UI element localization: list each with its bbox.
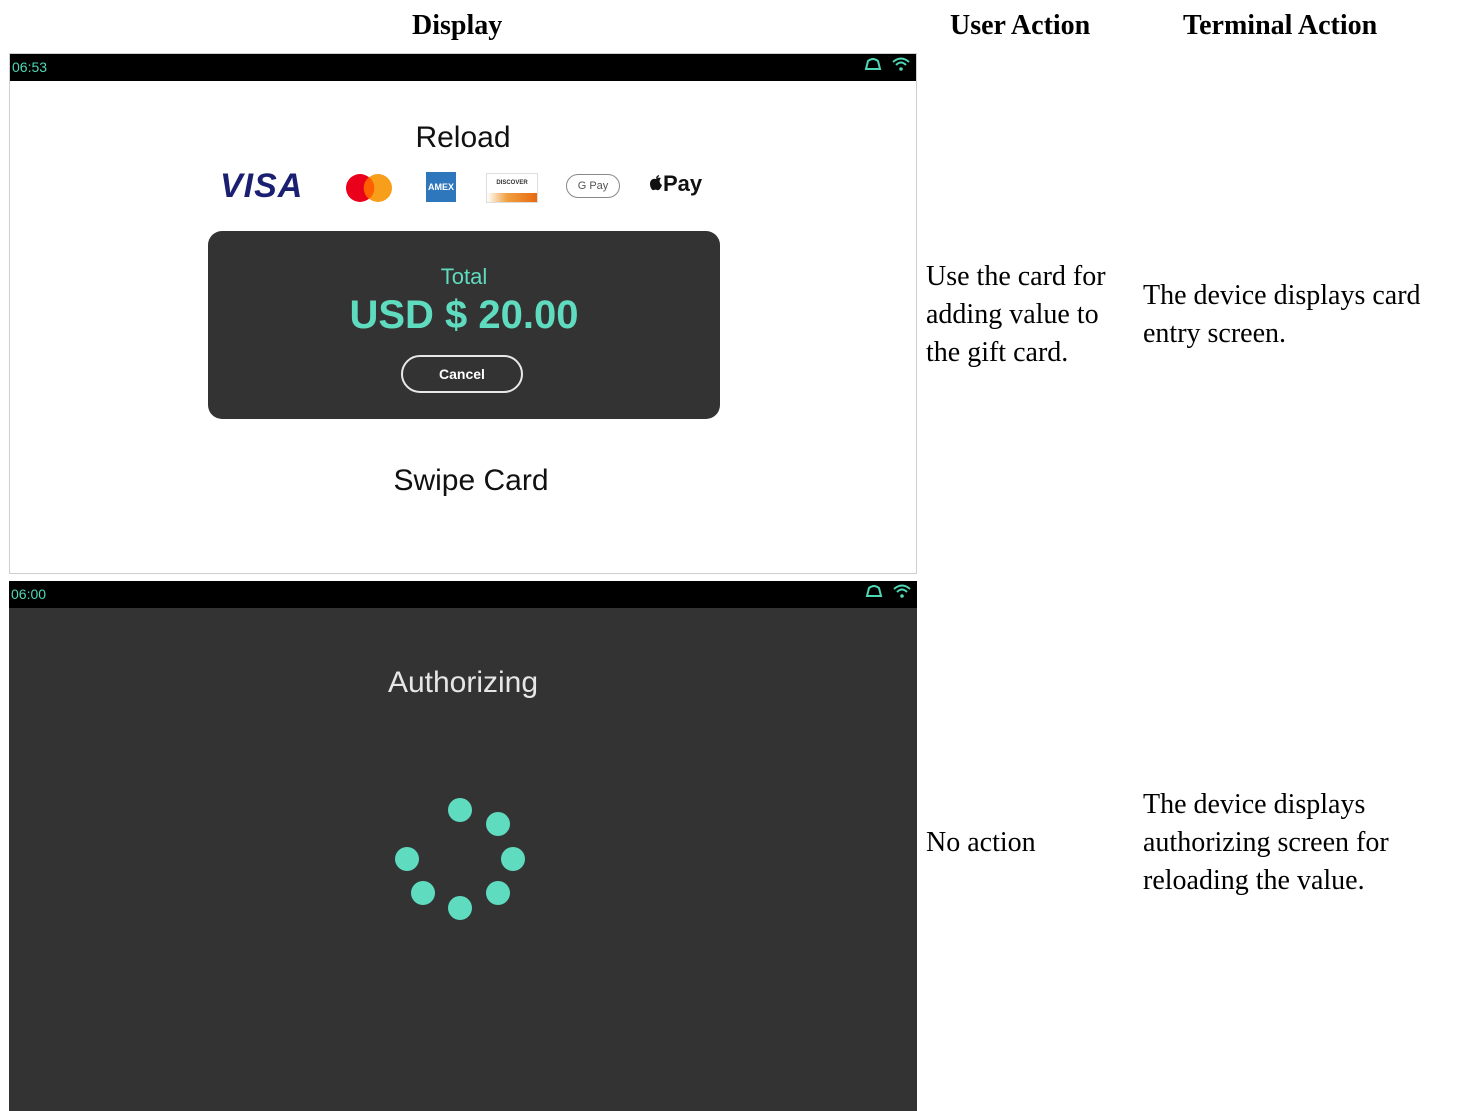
discover-logo: DISCOVER xyxy=(486,173,538,203)
screen-title: Authorizing xyxy=(387,666,539,699)
cancel-button[interactable]: Cancel xyxy=(401,355,523,393)
apple-pay-text: Pay xyxy=(663,171,703,196)
connection-icon xyxy=(865,585,883,597)
mastercard-logo xyxy=(346,174,392,202)
reload-screen: 06:53 Reload VISA AMEX DISCOVER G Pay Pa… xyxy=(9,53,917,574)
screen-title: Reload xyxy=(415,121,511,154)
wifi-icon xyxy=(892,57,910,71)
authorizing-screen: 06:00 Authorizing xyxy=(9,581,917,1111)
total-label: Total xyxy=(440,264,488,289)
header-display: Display xyxy=(412,10,503,41)
discover-text: DISCOVER xyxy=(496,180,528,186)
swipe-card-prompt: Swipe Card xyxy=(393,464,549,497)
amex-logo: AMEX xyxy=(426,172,456,202)
status-bar: 06:00 xyxy=(9,581,917,608)
user-action-row-2: No action xyxy=(926,827,1036,858)
connection-icon xyxy=(864,58,882,70)
apple-pay-logo: Pay xyxy=(649,171,702,197)
google-pay-logo: G Pay xyxy=(566,174,620,198)
apple-icon xyxy=(650,175,662,191)
header-terminal-action: Terminal Action xyxy=(1183,10,1378,41)
wifi-icon xyxy=(893,584,911,598)
status-bar: 06:53 xyxy=(10,54,916,81)
status-time: 06:00 xyxy=(11,586,47,602)
terminal-action-row-2: The device displays authorizing screen f… xyxy=(1143,789,1389,896)
card-logos: VISA AMEX DISCOVER G Pay Pay xyxy=(220,167,720,207)
terminal-action-row-1: The device displays card entry screen. xyxy=(1143,280,1421,349)
user-action-row-1: Use the card for adding value to the gif… xyxy=(926,261,1106,368)
header-user-action: User Action xyxy=(950,10,1091,41)
loading-spinner-icon xyxy=(395,798,525,920)
visa-logo: VISA xyxy=(220,167,304,205)
status-time: 06:53 xyxy=(12,59,48,75)
total-amount: USD $ 20.00 xyxy=(349,293,579,337)
total-panel: Total USD $ 20.00 Cancel xyxy=(208,231,720,419)
